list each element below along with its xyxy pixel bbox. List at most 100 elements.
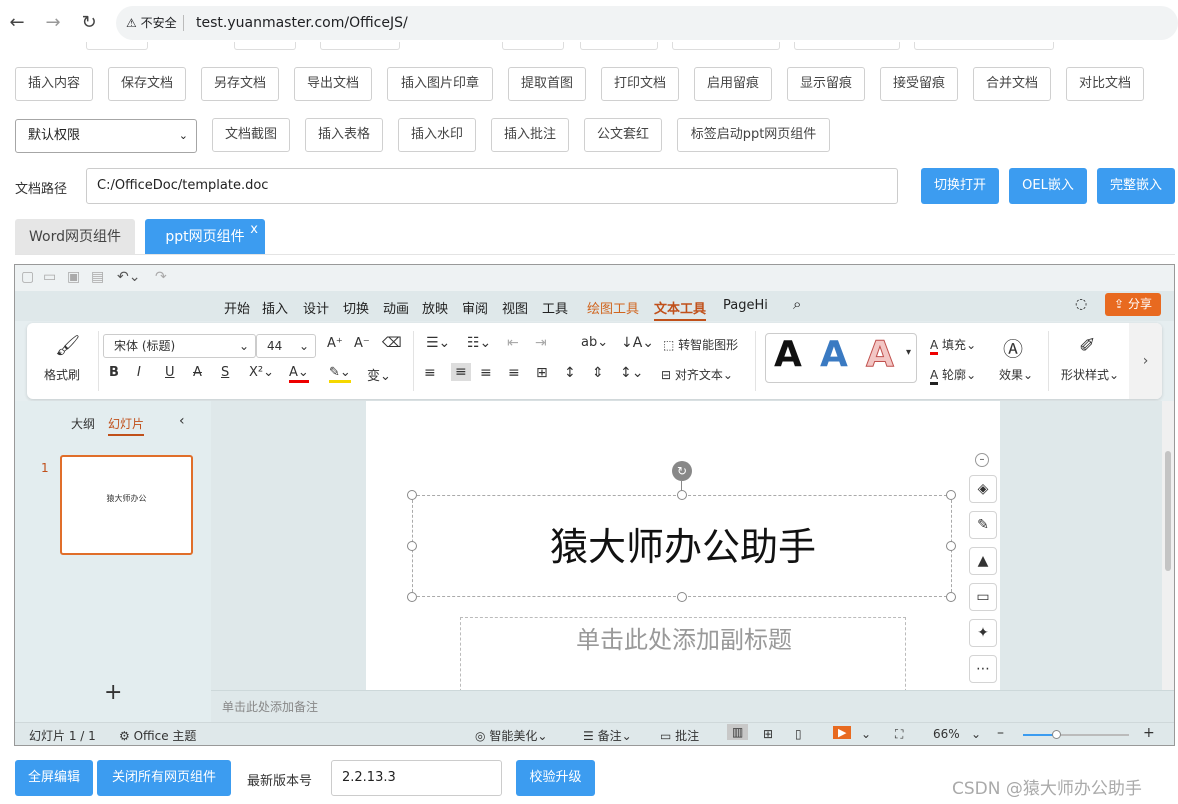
- address-bar[interactable]: ⚠ 不安全 test.yuanmaster.com/OfficeJS/: [116, 6, 1178, 40]
- oel-embed-button[interactable]: OEL嵌入: [1009, 168, 1087, 204]
- show-track-changes-button[interactable]: 显示留痕: [787, 67, 865, 101]
- zoom-slider[interactable]: [1023, 730, 1129, 739]
- italic-icon[interactable]: I: [137, 365, 141, 380]
- slide-thumbnail[interactable]: 猿大师办公: [60, 455, 193, 555]
- decrease-indent-icon[interactable]: ⇤: [507, 335, 519, 351]
- fill-bucket-icon[interactable]: ▲: [969, 547, 997, 575]
- increase-indent-icon[interactable]: ⇥: [535, 335, 547, 351]
- spacing-menu-icon[interactable]: ↕⌄: [620, 365, 643, 381]
- forward-icon[interactable]: →: [42, 12, 64, 34]
- resize-handle[interactable]: [407, 541, 417, 551]
- zoom-level[interactable]: 66%: [933, 727, 960, 741]
- collapse-tools-icon[interactable]: –: [975, 453, 989, 467]
- menu-pagehi[interactable]: PageHi: [723, 298, 768, 313]
- insert-comment-button[interactable]: 插入批注: [491, 118, 569, 152]
- add-slide-icon[interactable]: +: [104, 680, 122, 705]
- search-icon[interactable]: ⌕: [793, 295, 801, 313]
- fit-window-icon[interactable]: ⛶: [895, 727, 903, 742]
- back-icon[interactable]: ←: [6, 12, 28, 34]
- distributed-icon[interactable]: ⊞: [536, 365, 548, 381]
- clear-format-icon[interactable]: ⌫: [382, 335, 402, 351]
- merge-document-button[interactable]: 合并文档: [973, 67, 1051, 101]
- close-all-components-button[interactable]: 关闭所有网页组件: [97, 760, 231, 796]
- smart-beautify-button[interactable]: ◎ 智能美化⌄: [475, 727, 547, 744]
- play-options-icon[interactable]: ⌄: [861, 727, 871, 741]
- frame-icon[interactable]: ▭: [969, 583, 997, 611]
- grid-view-icon[interactable]: ⊞: [763, 727, 773, 741]
- align-left-icon[interactable]: ≡: [424, 365, 436, 381]
- resize-handle[interactable]: [946, 592, 956, 602]
- collapse-icon[interactable]: ‹: [179, 413, 185, 429]
- ribbon-scroll-right-icon[interactable]: ›: [1129, 323, 1162, 399]
- text-style-black[interactable]: A: [774, 335, 802, 375]
- menu-slideshow[interactable]: 放映: [422, 298, 448, 317]
- document-path-input[interactable]: C:/OfficeDoc/template.doc: [86, 168, 898, 204]
- increase-font-icon[interactable]: A⁺: [327, 336, 343, 351]
- vertical-scrollbar[interactable]: [1162, 401, 1174, 690]
- menu-view[interactable]: 视图: [502, 298, 528, 317]
- fullscreen-edit-button[interactable]: 全屏编辑: [15, 760, 93, 796]
- font-size-select[interactable]: 44 ⌄: [256, 334, 316, 358]
- comments-button[interactable]: ▭ 批注: [660, 727, 699, 744]
- gallery-more-icon[interactable]: ▾: [906, 347, 911, 358]
- strikethrough-icon[interactable]: A: [193, 365, 202, 380]
- format-painter-button[interactable]: 格式刷: [44, 366, 80, 383]
- close-icon[interactable]: x: [250, 212, 258, 248]
- print-preview-icon[interactable]: ▤: [91, 269, 104, 285]
- redo-icon[interactable]: ↷: [155, 269, 167, 285]
- zoom-in-icon[interactable]: +: [1143, 725, 1155, 741]
- save-as-button[interactable]: 另存文档: [201, 67, 279, 101]
- align-text-button[interactable]: ⊟ 对齐文本⌄: [661, 366, 733, 383]
- justify-icon[interactable]: ≡: [508, 365, 520, 381]
- menu-home[interactable]: 开始: [224, 298, 250, 317]
- char-spacing-icon[interactable]: 变⌄: [367, 365, 391, 384]
- resize-handle[interactable]: [677, 592, 687, 602]
- resize-handle[interactable]: [946, 490, 956, 500]
- full-embed-button[interactable]: 完整嵌入: [1097, 168, 1175, 204]
- more-icon[interactable]: ⋯: [969, 655, 997, 683]
- layers-icon[interactable]: ◈: [969, 475, 997, 503]
- compare-document-button[interactable]: 对比文档: [1066, 67, 1144, 101]
- zoom-slider-thumb[interactable]: [1052, 730, 1061, 739]
- menu-animation[interactable]: 动画: [383, 298, 409, 317]
- tab-word[interactable]: Word网页组件: [15, 219, 135, 255]
- font-color-icon[interactable]: A⌄: [289, 365, 309, 383]
- insert-content-button[interactable]: 插入内容: [15, 67, 93, 101]
- verify-upgrade-button[interactable]: 校验升级: [516, 760, 595, 796]
- zoom-out-icon[interactable]: –: [997, 725, 1004, 741]
- highlight-icon[interactable]: ✎⌄: [329, 365, 351, 383]
- text-direction-icon[interactable]: ab⌄: [581, 335, 608, 350]
- share-button[interactable]: ⇪ 分享: [1105, 293, 1161, 316]
- menu-design[interactable]: 设计: [303, 298, 329, 317]
- font-name-select[interactable]: 宋体 (标题) ⌄: [103, 334, 256, 358]
- resize-handle[interactable]: [946, 541, 956, 551]
- resize-handle[interactable]: [407, 592, 417, 602]
- switch-open-button[interactable]: 切换打开: [921, 168, 999, 204]
- insert-image-seal-button[interactable]: 插入图片印章: [387, 67, 493, 101]
- tab-ppt[interactable]: ppt网页组件 x: [145, 219, 265, 255]
- numbered-list-icon[interactable]: ☷⌄: [467, 335, 491, 351]
- insert-watermark-button[interactable]: 插入水印: [398, 118, 476, 152]
- open-folder-icon[interactable]: ▭: [43, 269, 56, 285]
- play-slideshow-icon[interactable]: ▶: [833, 726, 852, 739]
- sort-icon[interactable]: ↓A⌄: [621, 335, 654, 351]
- official-red-header-button[interactable]: 公文套红: [584, 118, 662, 152]
- text-style-blue[interactable]: A: [820, 335, 848, 375]
- shadow-icon[interactable]: S: [221, 365, 229, 380]
- notes-area[interactable]: 单击此处添加备注: [211, 690, 1174, 722]
- menu-transition[interactable]: 切换: [343, 298, 369, 317]
- launch-ppt-component-button[interactable]: 标签启动ppt网页组件: [677, 118, 830, 152]
- notes-button[interactable]: ☰ 备注⌄: [583, 727, 632, 744]
- rotate-handle-icon[interactable]: ↻: [672, 461, 692, 481]
- document-screenshot-button[interactable]: 文档截图: [212, 118, 290, 152]
- extract-first-image-button[interactable]: 提取首图: [508, 67, 586, 101]
- outline-tab[interactable]: 大纲: [71, 415, 95, 432]
- underline-icon[interactable]: U: [165, 365, 175, 380]
- fill-button[interactable]: A 填充⌄: [930, 336, 976, 355]
- menu-tools[interactable]: 工具: [542, 298, 568, 317]
- menu-review[interactable]: 审阅: [462, 298, 488, 317]
- superscript-icon[interactable]: X²⌄: [249, 365, 274, 380]
- text-style-outline-red[interactable]: A: [866, 334, 895, 375]
- menu-text-tools[interactable]: 文本工具: [654, 298, 707, 321]
- resize-handle[interactable]: [407, 490, 417, 500]
